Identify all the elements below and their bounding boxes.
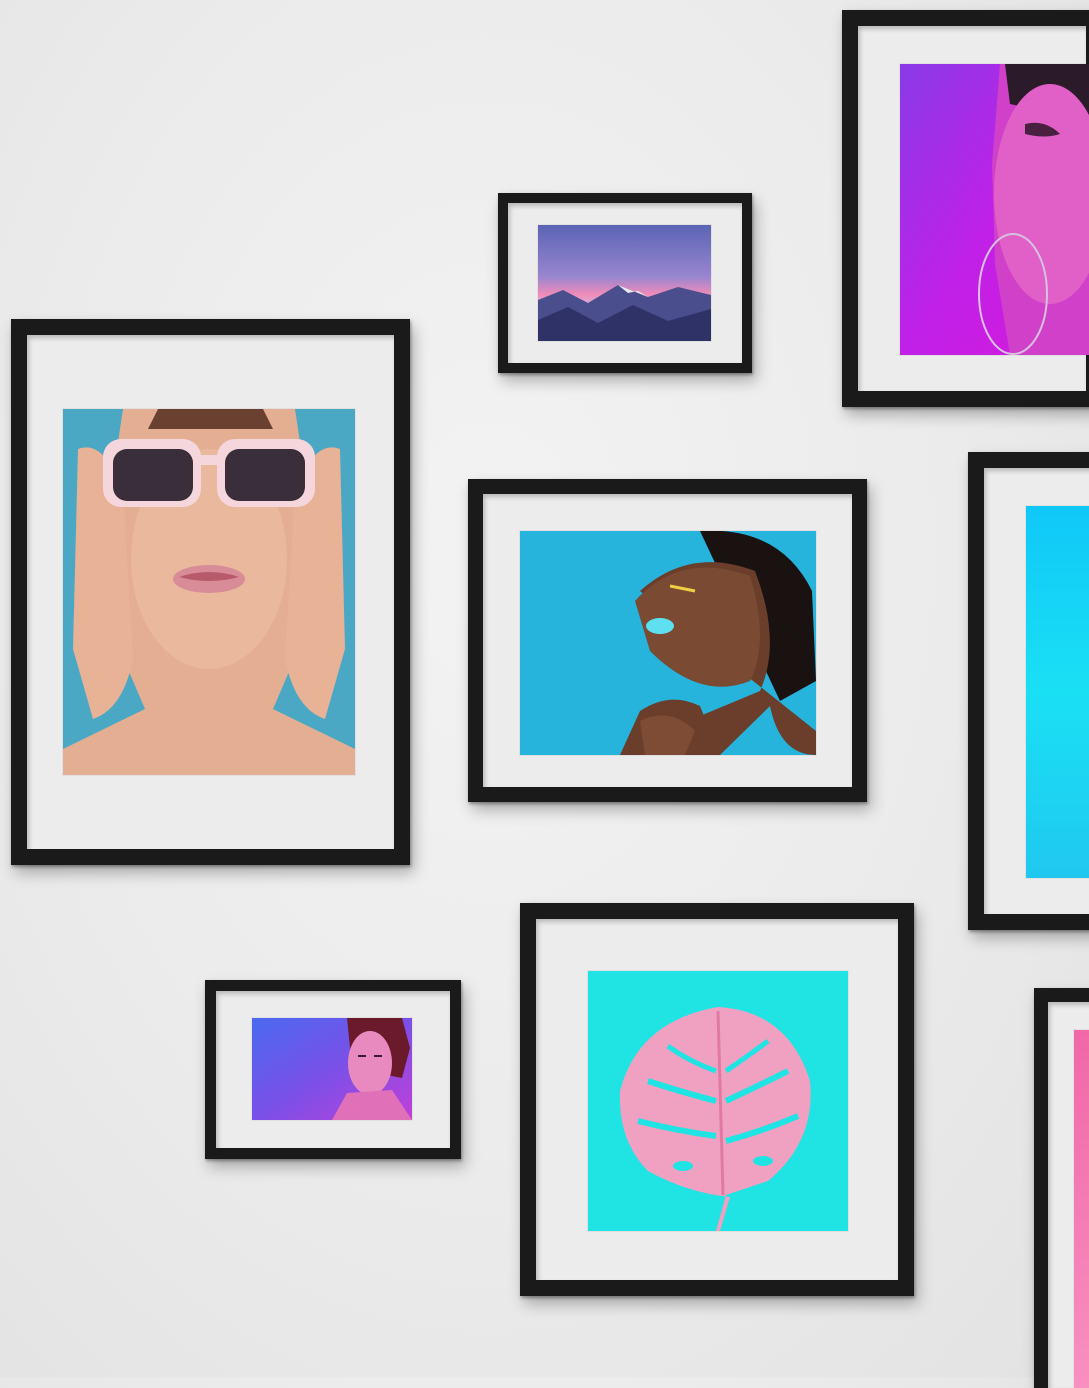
woman-neon-portrait-icon — [252, 1018, 412, 1120]
laughing-woman-icon — [520, 531, 816, 755]
woman-in-pink-sunglasses-icon — [63, 409, 355, 775]
frame-cyan-abstract — [968, 452, 1089, 930]
cyan-gradient-icon — [1026, 506, 1089, 878]
pink-monstera-leaf-icon — [588, 971, 848, 1231]
frame-pink-leaf — [520, 903, 914, 1296]
frame-woman-sunglasses — [11, 319, 410, 865]
frame-neon-portrait-small — [205, 980, 461, 1159]
pink-gradient-icon — [1074, 1030, 1089, 1388]
frame-mountain-sunset — [498, 193, 752, 373]
frame-purple-portrait — [842, 10, 1089, 407]
woman-purple-neon-icon — [900, 64, 1089, 355]
frame-pink-abstract — [1034, 988, 1089, 1388]
frame-laughing-woman — [468, 479, 867, 802]
mountain-landscape-icon — [538, 225, 711, 341]
